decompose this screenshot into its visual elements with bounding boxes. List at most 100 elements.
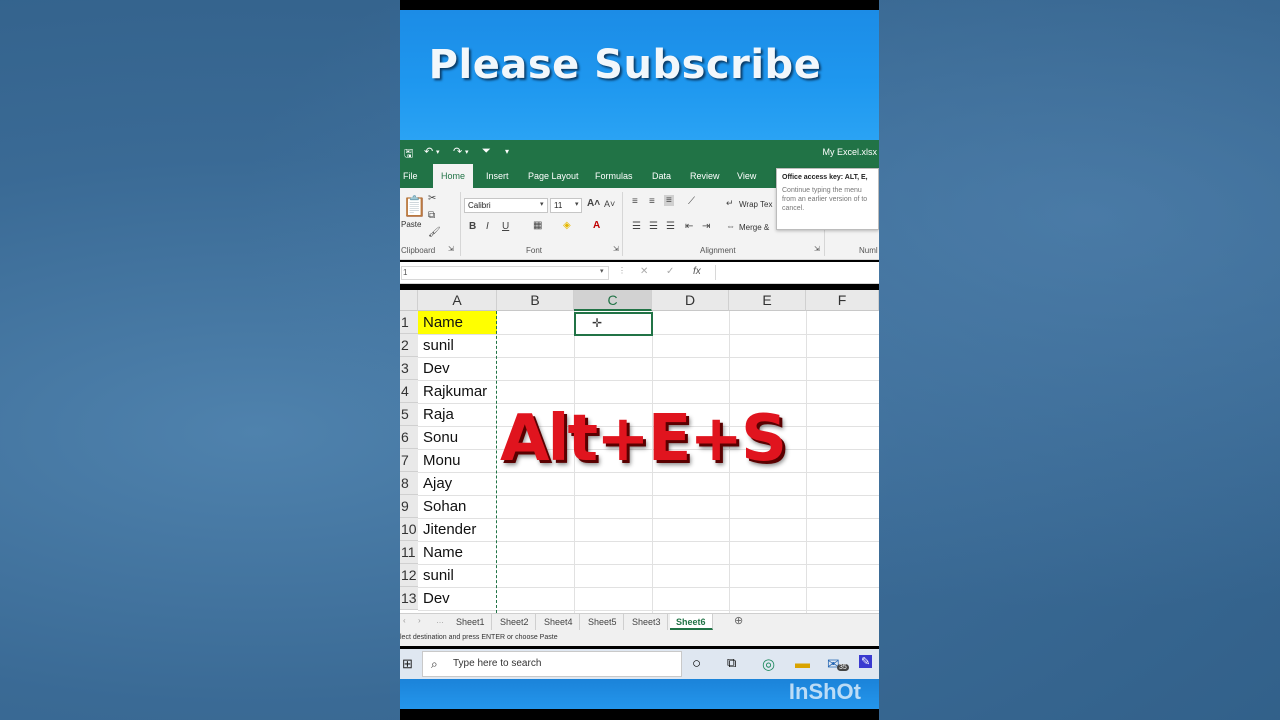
paste-icon[interactable]: 📋 <box>402 194 427 219</box>
task-view-icon[interactable]: ⧉ <box>727 655 736 671</box>
tab-page-layout[interactable]: Page Layout <box>528 164 579 188</box>
column-header-b[interactable]: B <box>497 290 574 311</box>
wrap-text-icon[interactable]: ↵ <box>726 198 734 209</box>
cell-a[interactable]: sunil <box>418 564 497 587</box>
save-icon[interactable]: 🖫 <box>404 145 413 164</box>
merge-icon[interactable]: ⇔ <box>726 221 735 231</box>
tab-view[interactable]: View <box>737 164 756 188</box>
cell-a[interactable]: Monu <box>418 449 497 472</box>
sheet-tab[interactable]: Sheet2 <box>494 614 536 630</box>
column-header-a[interactable]: A <box>418 290 497 311</box>
align-bottom-icon[interactable]: ≡ <box>664 195 674 206</box>
decrease-indent-icon[interactable]: ⇤ <box>685 221 693 232</box>
shrink-font-icon[interactable]: A˅ <box>604 199 615 209</box>
new-sheet-icon[interactable]: ⊕ <box>734 614 743 627</box>
cell-a[interactable]: Dev <box>418 357 497 380</box>
font-name-select[interactable]: Calibri <box>464 198 548 213</box>
row-header[interactable]: 12 <box>400 564 418 587</box>
row-header[interactable]: 2 <box>400 334 418 357</box>
format-painter-icon[interactable]: 🖌 <box>428 227 441 238</box>
row-header[interactable]: 13 <box>400 587 418 610</box>
cortana-icon[interactable]: ○ <box>692 655 701 672</box>
orientation-icon[interactable]: ⟋ <box>688 196 695 207</box>
underline-icon[interactable]: U <box>502 221 509 232</box>
align-left-icon[interactable]: ☰ <box>632 221 641 232</box>
alignment-launcher-icon[interactable]: ⇲ <box>814 245 820 253</box>
formula-input[interactable] <box>715 265 879 280</box>
name-box[interactable]: 1 <box>401 266 609 280</box>
increase-indent-icon[interactable]: ⇥ <box>702 221 710 232</box>
worksheet-grid[interactable]: A B C D E F 1 Name 2 sunil 3 Dev 4 Rajkumar 5 Raj… <box>400 290 879 613</box>
italic-icon[interactable]: I <box>486 221 489 232</box>
row-header[interactable]: 8 <box>400 472 418 495</box>
redo-dropdown-icon[interactable]: ▾ <box>465 148 469 156</box>
row-header[interactable]: 5 <box>400 403 418 426</box>
cell-a[interactable]: Sohan <box>418 495 497 518</box>
font-name-dropdown-icon[interactable]: ▾ <box>540 200 544 208</box>
redo-icon[interactable]: ↷ <box>453 145 462 158</box>
tab-review[interactable]: Review <box>690 164 720 188</box>
windows-start-icon[interactable]: ⊞ <box>402 656 413 672</box>
prev-sheet-icon[interactable]: ‹ <box>403 616 406 625</box>
more-sheets-icon[interactable]: … <box>436 616 444 625</box>
clipboard-launcher-icon[interactable]: ⇲ <box>448 245 454 253</box>
column-header-d[interactable]: D <box>652 290 729 311</box>
tab-home[interactable]: Home <box>433 164 474 188</box>
align-center-icon[interactable]: ☰ <box>649 221 658 232</box>
row-header[interactable]: 4 <box>400 380 418 403</box>
undo-dropdown-icon[interactable]: ▾ <box>436 148 440 156</box>
tab-formulas[interactable]: Formulas <box>595 164 633 188</box>
bold-icon[interactable]: B <box>469 221 476 232</box>
merge-center-button[interactable]: Merge & <box>739 223 769 232</box>
enter-icon[interactable]: ✓ <box>666 266 674 277</box>
cut-icon[interactable]: ✂ <box>428 193 436 204</box>
row-header[interactable]: 11 <box>400 541 418 564</box>
column-header-f[interactable]: F <box>806 290 879 311</box>
app-icon[interactable]: ✎ <box>859 655 873 668</box>
sheet-tab[interactable]: Sheet1 <box>450 614 492 630</box>
sheet-tab[interactable]: Sheet3 <box>626 614 668 630</box>
cell-a[interactable]: Name <box>418 311 497 334</box>
column-header-e[interactable]: E <box>729 290 806 311</box>
paste-label[interactable]: Paste <box>401 220 421 229</box>
cell-a[interactable]: Jitender <box>418 518 497 541</box>
cancel-icon[interactable]: ✕ <box>640 266 648 277</box>
row-header[interactable]: 3 <box>400 357 418 380</box>
tab-insert[interactable]: Insert <box>486 164 509 188</box>
row-header[interactable]: 1 <box>400 311 418 334</box>
grow-font-icon[interactable]: A˄ <box>587 198 600 209</box>
tab-file[interactable]: File <box>403 164 418 188</box>
column-header-c[interactable]: C <box>574 290 652 311</box>
tab-data[interactable]: Data <box>652 164 671 188</box>
font-launcher-icon[interactable]: ⇲ <box>613 245 619 253</box>
insert-function-icon[interactable]: fx <box>693 266 701 277</box>
taskbar-search[interactable]: ⌕ Type here to search <box>422 651 682 677</box>
name-box-dropdown-icon[interactable]: ▾ <box>600 267 604 275</box>
sheet-tab[interactable]: Sheet5 <box>582 614 624 630</box>
file-explorer-icon[interactable]: ▬ <box>795 655 810 672</box>
cell-a[interactable]: Dev <box>418 587 497 610</box>
edge-icon[interactable]: ◎ <box>762 655 775 673</box>
copy-icon[interactable]: ⧉ <box>428 210 435 221</box>
cell-a[interactable]: Sonu <box>418 426 497 449</box>
customize-qat-icon[interactable]: ▾ <box>505 147 509 156</box>
align-right-icon[interactable]: ☰ <box>666 221 675 232</box>
cell-a[interactable]: sunil <box>418 334 497 357</box>
cell-a[interactable]: Name <box>418 541 497 564</box>
font-size-dropdown-icon[interactable]: ▾ <box>575 200 579 208</box>
align-middle-icon[interactable]: ≡ <box>649 196 655 207</box>
align-top-icon[interactable]: ≡ <box>632 196 638 207</box>
font-color-icon[interactable]: A <box>593 220 600 231</box>
row-header[interactable]: 9 <box>400 495 418 518</box>
next-sheet-icon[interactable]: › <box>418 616 421 625</box>
fill-color-icon[interactable]: ◈ <box>563 220 571 231</box>
wrap-text-button[interactable]: Wrap Tex <box>739 200 773 209</box>
row-header[interactable]: 6 <box>400 426 418 449</box>
active-cell-c1[interactable] <box>574 312 653 336</box>
row-header[interactable]: 10 <box>400 518 418 541</box>
select-all-corner[interactable] <box>400 290 418 311</box>
undo-icon[interactable]: ↶ <box>424 145 433 158</box>
sheet-tab[interactable]: Sheet4 <box>538 614 580 630</box>
borders-icon[interactable]: ▦ <box>533 220 542 231</box>
sheet-tab[interactable]: Sheet6 <box>670 614 713 630</box>
